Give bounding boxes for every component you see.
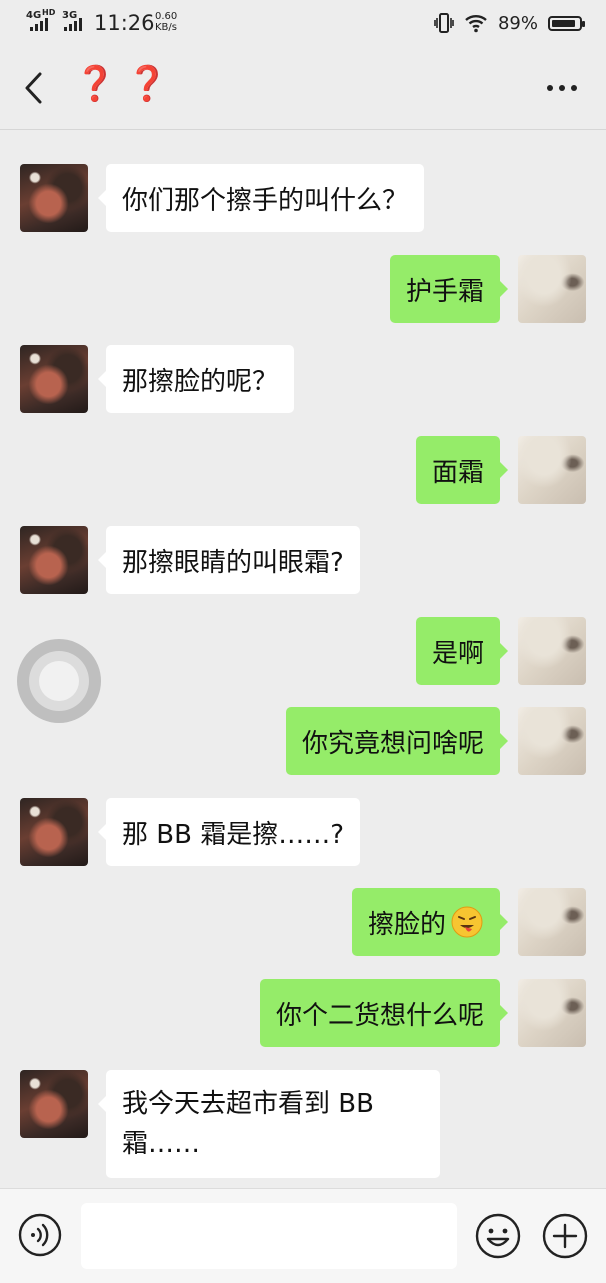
contact-avatar[interactable]: [20, 164, 88, 232]
battery-fill: [552, 19, 575, 27]
floating-button-core: [39, 661, 79, 701]
voice-icon[interactable]: [18, 1213, 62, 1257]
message-bubble-outgoing[interactable]: 擦脸的: [351, 888, 509, 956]
chat-header: ❓❓: [0, 48, 606, 130]
status-right: 89%: [434, 10, 585, 36]
vibrate-icon: [434, 13, 454, 33]
floating-assistive-button[interactable]: [17, 639, 101, 723]
input-bar: [0, 1188, 606, 1283]
status-bar: 4G HD 3G 11:26 0.60 KB/s 89%: [0, 0, 606, 48]
contact-avatar[interactable]: [20, 345, 88, 413]
signal-icon: [64, 17, 84, 31]
message-bubble-outgoing[interactable]: 你究竟想问啥呢: [285, 707, 509, 775]
my-avatar[interactable]: [518, 979, 586, 1047]
network-speed: 0.60 KB/s: [155, 11, 177, 33]
battery-percent: 89%: [497, 12, 538, 34]
speed-unit: KB/s: [155, 22, 177, 33]
clock: 11:26: [94, 11, 155, 35]
message-text: 擦脸的: [367, 909, 446, 940]
contact-avatar[interactable]: [20, 526, 88, 594]
message-bubble-incoming[interactable]: 那 BB 霜是擦……?: [97, 798, 361, 866]
back-chevron-icon[interactable]: [18, 68, 50, 108]
my-avatar[interactable]: [518, 707, 586, 775]
my-avatar[interactable]: [518, 888, 586, 956]
message-list[interactable]: 你们那个擦手的叫什么？ 护手霜 那擦脸的呢？ 面霜 那擦眼睛的叫眼霜? 是啊 你…: [0, 131, 606, 1187]
more-dots-icon[interactable]: [542, 72, 582, 104]
my-avatar[interactable]: [518, 255, 586, 323]
message-bubble-incoming[interactable]: 那擦脸的呢？: [97, 345, 295, 413]
hd-label: HD: [42, 8, 56, 17]
message-bubble-incoming[interactable]: 我今天去超市看到 BB 霜……: [98, 1070, 440, 1178]
chat-title: ❓❓: [74, 64, 179, 104]
grimacing-tongue-emoji-icon: [451, 906, 483, 938]
contact-avatar[interactable]: [20, 1070, 88, 1138]
battery-icon: [548, 15, 585, 31]
contact-avatar[interactable]: [20, 798, 88, 866]
message-input[interactable]: [81, 1203, 457, 1269]
message-bubble-outgoing[interactable]: 护手霜: [389, 255, 509, 323]
my-avatar[interactable]: [518, 617, 586, 685]
message-bubble-outgoing[interactable]: 面霜: [415, 436, 509, 504]
signal-icon: [30, 17, 50, 31]
plus-icon[interactable]: [542, 1213, 588, 1259]
my-avatar[interactable]: [518, 436, 586, 504]
message-bubble-outgoing[interactable]: 你个二货想什么呢: [259, 979, 509, 1047]
message-bubble-outgoing[interactable]: 是啊: [415, 617, 509, 685]
message-bubble-incoming[interactable]: 你们那个擦手的叫什么？: [97, 164, 425, 232]
wifi-icon: [465, 15, 487, 33]
smile-icon[interactable]: [475, 1213, 521, 1259]
speed-value: 0.60: [155, 11, 178, 22]
message-bubble-incoming[interactable]: 那擦眼睛的叫眼霜?: [98, 526, 360, 594]
